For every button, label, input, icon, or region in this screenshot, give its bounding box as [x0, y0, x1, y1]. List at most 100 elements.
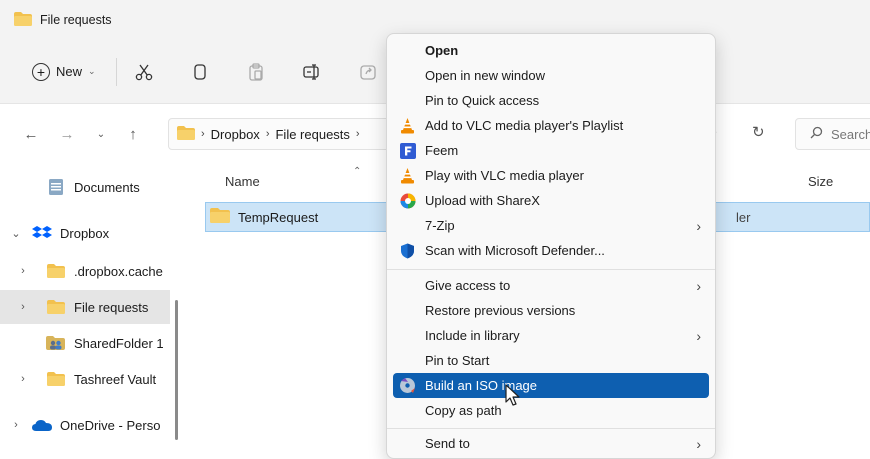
cut-icon[interactable]	[133, 61, 155, 83]
back-arrow-icon[interactable]: ←	[20, 123, 42, 145]
menu-item-7zip[interactable]: 7-Zip ›	[393, 213, 709, 238]
copy-icon[interactable]	[189, 61, 211, 83]
folder-icon	[177, 125, 195, 143]
breadcrumb-dropbox[interactable]: Dropbox	[211, 127, 260, 142]
new-label: New	[56, 64, 83, 79]
search-icon	[810, 126, 823, 142]
collapsed-chevron-icon[interactable]: ›	[0, 373, 46, 385]
folder-icon	[46, 262, 66, 280]
onedrive-icon	[32, 416, 52, 434]
sort-ascending-icon: ⌃	[353, 166, 362, 177]
shared-folder-icon	[46, 334, 66, 352]
sidebar-item-dropbox-cache[interactable]: › .dropbox.cache	[0, 254, 170, 288]
menu-item-sharex[interactable]: Upload with ShareX	[393, 188, 709, 213]
breadcrumb-separator-icon: ›	[201, 128, 205, 140]
submenu-arrow-icon: ›	[696, 277, 701, 294]
menu-item-play-vlc[interactable]: Play with VLC media player	[393, 163, 709, 188]
submenu-arrow-icon: ›	[696, 217, 701, 234]
menu-item-label: Pin to Start	[425, 353, 490, 368]
menu-item-vlc-playlist[interactable]: Add to VLC media player's Playlist	[393, 113, 709, 138]
share-icon[interactable]	[357, 61, 379, 83]
menu-item-defender-scan[interactable]: Scan with Microsoft Defender...	[393, 238, 709, 263]
menu-item-label: Upload with ShareX	[425, 193, 540, 208]
sidebar-item-file-requests[interactable]: › File requests	[0, 290, 170, 324]
chevron-down-icon: ⌄	[88, 66, 96, 76]
collapsed-chevron-icon[interactable]: ›	[0, 419, 32, 431]
menu-item-label: Open	[425, 43, 459, 58]
menu-item-build-iso[interactable]: Build an ISO image	[393, 373, 709, 398]
feem-icon	[399, 142, 416, 159]
sidebar-item-label: Tashreef Vault	[74, 371, 157, 387]
submenu-arrow-icon: ›	[696, 435, 701, 452]
forward-arrow-icon[interactable]: →	[56, 123, 78, 145]
sharex-icon	[399, 192, 416, 209]
menu-item-pin-quick-access[interactable]: Pin to Quick access	[393, 88, 709, 113]
menu-item-label: Copy as path	[425, 403, 502, 418]
sidebar-item-label: OneDrive - Perso	[60, 417, 161, 433]
sidebar-scrollbar[interactable]	[175, 300, 178, 440]
submenu-arrow-icon: ›	[696, 327, 701, 344]
menu-item-label: Play with VLC media player	[425, 168, 584, 183]
defender-icon	[399, 242, 416, 259]
breadcrumb-file-requests[interactable]: File requests	[275, 127, 349, 142]
folder-icon	[46, 298, 66, 316]
menu-item-feem[interactable]: Feem	[393, 138, 709, 163]
mouse-pointer-icon	[505, 384, 521, 411]
new-button[interactable]: + New ⌄	[26, 56, 102, 88]
menu-item-restore-versions[interactable]: Restore previous versions	[393, 298, 709, 323]
sidebar-item-label: .dropbox.cache	[74, 263, 163, 279]
search-input[interactable]: Search	[795, 118, 870, 150]
collapsed-chevron-icon[interactable]: ›	[0, 265, 46, 277]
breadcrumb-separator-icon: ›	[355, 128, 360, 140]
context-menu: Open Open in new window Pin to Quick acc…	[386, 33, 716, 459]
menu-item-label: Include in library	[425, 328, 520, 343]
menu-item-label: Give access to	[425, 278, 511, 293]
sidebar-item-label: Dropbox	[60, 225, 110, 241]
vlc-icon	[399, 167, 416, 184]
menu-item-pin-start[interactable]: Pin to Start	[393, 348, 709, 373]
menu-item-label: Restore previous versions	[425, 303, 576, 318]
sidebar-item-sharedfolder-1[interactable]: SharedFolder 1	[0, 326, 170, 360]
menu-item-copy-path[interactable]: Copy as path	[393, 398, 709, 423]
sidebar-item-tashreef-vault[interactable]: › Tashreef Vault	[0, 362, 170, 396]
menu-item-label: Open in new window	[425, 68, 545, 83]
menu-item-label: Scan with Microsoft Defender...	[425, 243, 605, 258]
menu-divider	[387, 269, 715, 270]
menu-item-give-access[interactable]: Give access to ›	[393, 273, 709, 298]
menu-item-label: Send to	[425, 436, 470, 451]
vlc-icon	[399, 117, 416, 134]
menu-item-label: Feem	[425, 143, 459, 158]
expanded-chevron-icon[interactable]: ⌄	[0, 227, 32, 240]
up-arrow-icon[interactable]: ↑	[122, 123, 144, 145]
address-bar[interactable]: › Dropbox › File requests ›	[168, 118, 390, 150]
sidebar-item-dropbox[interactable]: ⌄ Dropbox	[0, 216, 170, 250]
menu-divider	[387, 428, 715, 429]
menu-item-label: Pin to Quick access	[425, 93, 540, 108]
dropbox-icon	[32, 224, 52, 242]
sidebar-item-label: Documents	[74, 179, 140, 195]
documents-icon	[46, 178, 66, 196]
column-header-name[interactable]: Name	[225, 174, 260, 189]
window-title: File requests	[40, 13, 112, 27]
rename-icon[interactable]	[301, 61, 323, 83]
menu-item-open-new-window[interactable]: Open in new window	[393, 63, 709, 88]
menu-item-label: Add to VLC media player's Playlist	[425, 118, 624, 133]
column-header-size[interactable]: Size	[808, 174, 833, 189]
file-type: ler	[736, 209, 751, 225]
toolbar-divider	[115, 57, 117, 86]
recent-locations-chevron-icon[interactable]: ⌄	[90, 123, 112, 145]
collapsed-chevron-icon[interactable]: ›	[0, 301, 46, 313]
menu-item-send-to[interactable]: Send to ›	[393, 431, 709, 456]
navigation-pane: Documents ⌄ Dropbox › .dropbox.cache › F…	[0, 164, 185, 459]
refresh-icon[interactable]: ↻	[752, 123, 765, 141]
paste-icon[interactable]	[245, 61, 267, 83]
menu-item-label: 7-Zip	[425, 218, 455, 233]
breadcrumb-separator-icon: ›	[265, 128, 270, 140]
sidebar-item-onedrive[interactable]: › OneDrive - Perso	[0, 408, 170, 442]
menu-item-open[interactable]: Open	[393, 38, 709, 63]
sidebar-item-documents[interactable]: Documents	[0, 170, 170, 204]
file-name: TempRequest	[238, 209, 319, 225]
menu-item-include-library[interactable]: Include in library ›	[393, 323, 709, 348]
iso-icon	[399, 377, 416, 394]
search-placeholder: Search	[831, 126, 870, 142]
